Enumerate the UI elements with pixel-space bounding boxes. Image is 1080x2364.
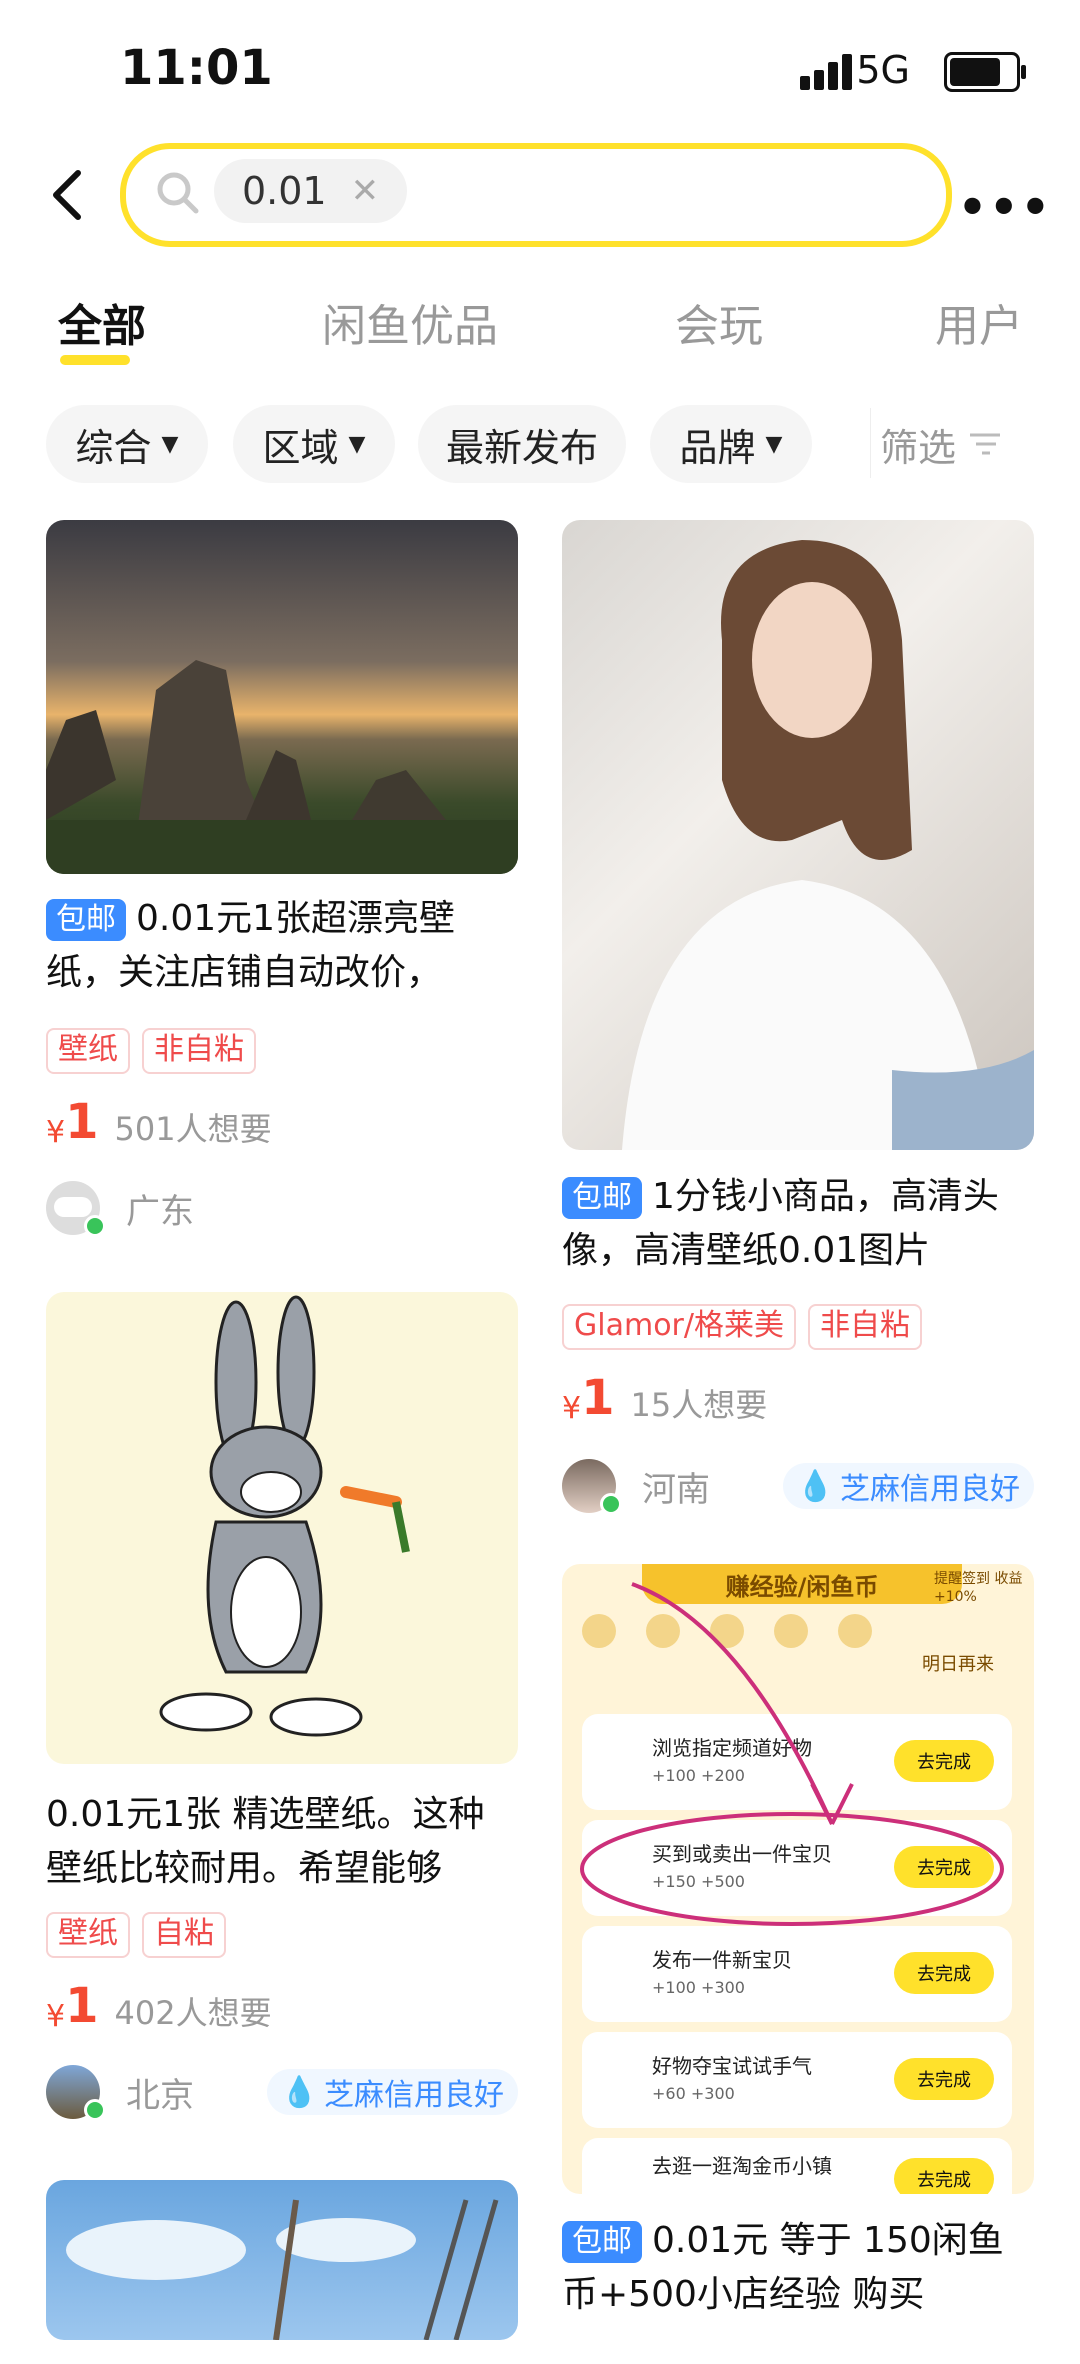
credit-badge: 💧 芝麻信用良好 bbox=[266, 2069, 518, 2115]
product-image-portrait[interactable] bbox=[562, 520, 1034, 1150]
product-title[interactable]: 0.01元1张 精选壁纸。这种壁纸比较耐用。希望能够 bbox=[46, 1788, 518, 1896]
filter-bar: 综合 ▼ 区域 ▼ 最新发布 品牌 ▼ 筛选 bbox=[0, 400, 1080, 490]
product-card[interactable]: 赚经验/闲鱼币 提醒签到 收益+10% 明日再来 浏览指定频道好物 +100 +… bbox=[562, 1564, 1034, 2364]
price-row: ¥ 1 15人想要 bbox=[562, 1366, 767, 1426]
free-shipping-badge: 包邮 bbox=[562, 2221, 642, 2263]
flame-icon: 💧 bbox=[280, 2074, 318, 2110]
price: 1 bbox=[65, 1978, 99, 2034]
currency-symbol: ¥ bbox=[46, 1115, 66, 1150]
annotation-scribble bbox=[580, 1582, 1004, 1926]
query-text: 0.01 bbox=[242, 169, 327, 213]
more-icon[interactable]: ••• bbox=[958, 180, 1052, 234]
product-tags: 壁纸 自粘 bbox=[46, 1912, 226, 1958]
product-tag: 非自粘 bbox=[808, 1304, 922, 1350]
product-tag: 壁纸 bbox=[46, 1028, 130, 1074]
product-tags: 壁纸 非自粘 bbox=[46, 1028, 256, 1074]
clear-icon[interactable]: ✕ bbox=[351, 171, 380, 211]
price: 1 bbox=[65, 1094, 99, 1150]
online-dot bbox=[84, 1215, 106, 1237]
back-icon[interactable] bbox=[48, 165, 88, 225]
filter-icon bbox=[970, 433, 1001, 455]
tab-premium[interactable]: 闲鱼优品 bbox=[322, 290, 498, 354]
seller-row[interactable]: 广东 bbox=[46, 1176, 518, 1240]
caret-down-icon: ▼ bbox=[765, 431, 783, 457]
seller-row[interactable]: 河南 💧 芝麻信用良好 bbox=[562, 1454, 1034, 1518]
caret-down-icon: ▼ bbox=[348, 431, 366, 457]
product-tag: Glamor/格莱美 bbox=[562, 1304, 796, 1350]
category-tabs: 全部 闲鱼优品 会玩 用户 bbox=[0, 280, 1080, 370]
product-image-landscape[interactable] bbox=[46, 520, 518, 874]
search-header: 0.01 ✕ ••• bbox=[0, 140, 1080, 250]
search-input[interactable]: 0.01 ✕ bbox=[120, 143, 952, 247]
tab-users[interactable]: 用户 bbox=[935, 290, 1023, 354]
product-card[interactable]: 0.01元1张 精选壁纸。这种壁纸比较耐用。希望能够 壁纸 自粘 ¥ 1 402… bbox=[46, 1292, 518, 2152]
product-tags: Glamor/格莱美 非自粘 bbox=[562, 1304, 922, 1350]
search-icon bbox=[156, 171, 200, 219]
seller-region: 广东 bbox=[126, 1191, 194, 1232]
filter-brand[interactable]: 品牌 ▼ bbox=[650, 405, 812, 483]
product-title[interactable]: 包邮 0.01元 等于 150闲鱼币+500小店经验 购买 bbox=[562, 2214, 1034, 2322]
product-title[interactable]: 包邮 1分钱小商品，高清头像，高清壁纸0.01图片 bbox=[562, 1170, 1034, 1278]
tab-all[interactable]: 全部 bbox=[58, 290, 146, 354]
status-time: 11:01 bbox=[120, 40, 273, 96]
battery-icon bbox=[944, 52, 1026, 92]
product-card[interactable] bbox=[46, 2180, 518, 2340]
price-row: ¥ 1 402人想要 bbox=[46, 1974, 272, 2034]
currency-symbol: ¥ bbox=[562, 1391, 582, 1426]
online-dot bbox=[84, 2099, 106, 2121]
filter-latest[interactable]: 最新发布 bbox=[418, 405, 626, 483]
free-shipping-badge: 包邮 bbox=[46, 899, 126, 941]
filter-region[interactable]: 区域 ▼ bbox=[233, 405, 395, 483]
filter-sort[interactable]: 综合 ▼ bbox=[46, 405, 208, 483]
seller-region: 北京 bbox=[126, 2075, 194, 2116]
product-card[interactable]: 包邮 0.01元1张超漂亮壁纸，关注店铺自动改价， 壁纸 非自粘 ¥ 1 501人… bbox=[46, 520, 518, 1240]
price: 1 bbox=[581, 1370, 615, 1426]
seller-region: 河南 bbox=[642, 1469, 710, 1510]
product-tag: 自粘 bbox=[142, 1912, 226, 1958]
want-count: 501人想要 bbox=[114, 1110, 272, 1148]
flame-icon: 💧 bbox=[796, 1468, 834, 1504]
currency-symbol: ¥ bbox=[46, 1999, 66, 2034]
signal-icon bbox=[800, 50, 860, 90]
want-count: 402人想要 bbox=[114, 1994, 272, 2032]
free-shipping-badge: 包邮 bbox=[562, 1177, 642, 1219]
query-chip[interactable]: 0.01 ✕ bbox=[214, 159, 408, 223]
filter-screen-button[interactable]: 筛选 bbox=[870, 400, 1002, 488]
product-card[interactable]: 包邮 1分钱小商品，高清头像，高清壁纸0.01图片 Glamor/格莱美 非自粘 … bbox=[562, 520, 1034, 1515]
product-image-screenshot[interactable]: 赚经验/闲鱼币 提醒签到 收益+10% 明日再来 浏览指定频道好物 +100 +… bbox=[562, 1564, 1034, 2194]
want-count: 15人想要 bbox=[630, 1386, 768, 1424]
product-image-cartoon[interactable] bbox=[46, 1292, 518, 1764]
active-tab-indicator bbox=[60, 355, 130, 365]
caret-down-icon: ▼ bbox=[161, 431, 179, 457]
seller-row[interactable]: 北京 💧 芝麻信用良好 bbox=[46, 2060, 518, 2124]
status-bar: 11:01 5G bbox=[0, 0, 1080, 140]
product-tag: 非自粘 bbox=[142, 1028, 256, 1074]
product-title[interactable]: 包邮 0.01元1张超漂亮壁纸，关注店铺自动改价， bbox=[46, 892, 518, 1000]
price-row: ¥ 1 501人想要 bbox=[46, 1090, 272, 1150]
divider bbox=[870, 408, 871, 478]
online-dot bbox=[600, 1493, 622, 1515]
credit-badge: 💧 芝麻信用良好 bbox=[782, 1463, 1034, 1509]
tab-play[interactable]: 会玩 bbox=[675, 290, 763, 354]
product-tag: 壁纸 bbox=[46, 1912, 130, 1958]
product-image-sky[interactable] bbox=[46, 2180, 518, 2340]
network-label: 5G bbox=[856, 48, 910, 92]
